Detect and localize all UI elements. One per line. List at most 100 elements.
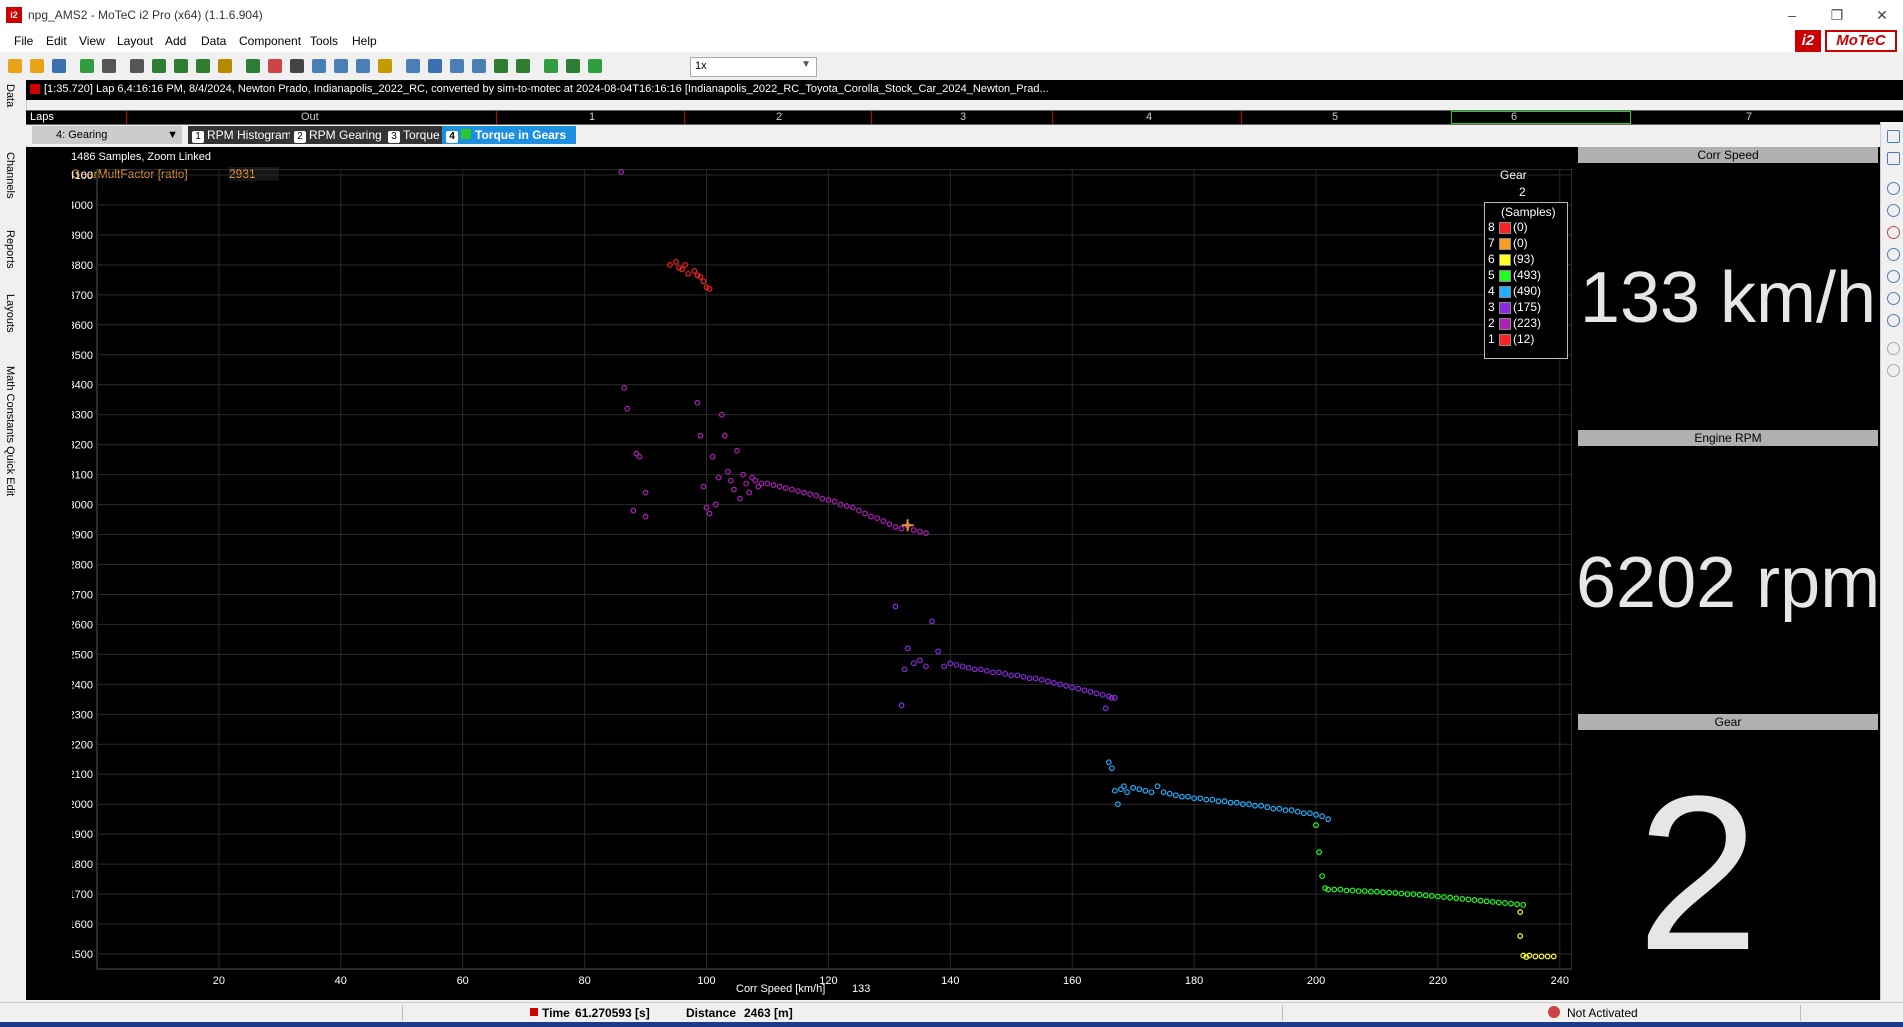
app-icon: i2: [6, 7, 22, 23]
menu-tools[interactable]: Tools: [310, 34, 338, 48]
tab-label: RPM Histogram: [207, 128, 292, 142]
layout-icon[interactable]: [1887, 152, 1900, 165]
zoom-select-icon[interactable]: [1887, 314, 1900, 327]
data-point: [892, 524, 899, 530]
toolbar-icon-21[interactable]: [472, 59, 486, 73]
data-point: [904, 645, 911, 652]
toolbar-icon-10[interactable]: [218, 59, 232, 73]
lap-4[interactable]: 4: [1146, 111, 1152, 123]
y-tick-label: 2100: [72, 769, 93, 781]
menu-add[interactable]: Add: [165, 34, 186, 48]
toolbar-icon-13[interactable]: [290, 59, 304, 73]
tab-torque-in-gears[interactable]: 4 Torque in Gears: [442, 126, 577, 144]
toolbar-icon-5[interactable]: [102, 59, 116, 73]
motec-logo: i2 MoTeC: [1795, 30, 1899, 52]
tab-reports[interactable]: Reports: [4, 230, 16, 269]
tab-data[interactable]: Data: [4, 84, 16, 107]
worksheet-selector[interactable]: 4: Gearing ▼: [32, 126, 182, 144]
menu-help[interactable]: Help: [352, 34, 377, 48]
restore-button[interactable]: ❐: [1817, 4, 1857, 26]
minimize-button[interactable]: –: [1772, 4, 1812, 26]
lap-5[interactable]: 5: [1332, 111, 1338, 123]
toolbar-icon-16[interactable]: [356, 59, 370, 73]
toolbar-icon-15[interactable]: [334, 59, 348, 73]
data-point: [855, 507, 862, 514]
data-point: [868, 513, 874, 520]
data-point: [874, 515, 881, 521]
zoom-reset-icon[interactable]: [1887, 226, 1900, 239]
toolbar-icon-26[interactable]: [588, 59, 602, 73]
toolbar-icon-11[interactable]: [246, 59, 260, 73]
toolbar-icon-24[interactable]: [544, 59, 558, 73]
settings-icon[interactable]: [1887, 364, 1900, 377]
scatter-plot[interactable]: 1500160017001800190020002100220023002400…: [72, 169, 1572, 989]
toolbar-icon-9[interactable]: [196, 59, 210, 73]
lap-1[interactable]: 1: [589, 111, 595, 123]
menu-component[interactable]: Component: [239, 34, 301, 48]
zoom-in-icon[interactable]: [1887, 182, 1900, 195]
measure-icon[interactable]: [1887, 342, 1900, 355]
zoom-select[interactable]: 1x ▼: [690, 57, 817, 77]
toolbar-icon-25[interactable]: [566, 59, 580, 73]
toolbar-icon-23[interactable]: [516, 59, 530, 73]
data-point: [770, 482, 777, 489]
title-bar: i2 npg_AMS2 - MoTeC i2 Pro (x64) (1.1.6.…: [0, 0, 1903, 30]
menu-edit[interactable]: Edit: [46, 34, 67, 48]
menu-layout[interactable]: Layout: [117, 34, 153, 48]
menu-data[interactable]: Data: [201, 34, 226, 48]
zoom-out-icon[interactable]: [1887, 204, 1900, 217]
distance-label: Distance: [686, 1006, 737, 1020]
data-point: [898, 702, 905, 709]
lap-6-highlight[interactable]: [1451, 111, 1631, 124]
data-point: [1044, 678, 1051, 685]
lap-out[interactable]: Out: [301, 111, 319, 123]
data-point: [1142, 787, 1149, 794]
toolbar-icon-22[interactable]: [494, 59, 508, 73]
menu-view[interactable]: View: [79, 34, 105, 48]
data-point: [1502, 900, 1508, 906]
toolbar-icon-2[interactable]: [30, 59, 44, 73]
zoom-fit-icon[interactable]: [1887, 292, 1900, 305]
toolbar-icon-3[interactable]: [52, 59, 66, 73]
toolbar-icon-8[interactable]: [174, 59, 188, 73]
close-button[interactable]: ✕: [1862, 4, 1902, 26]
toolbar-icon-20[interactable]: [450, 59, 464, 73]
data-point: [700, 278, 707, 285]
tab-channels[interactable]: Channels: [4, 152, 16, 198]
data-point: [1459, 895, 1466, 902]
toolbar-icon-18[interactable]: [406, 59, 420, 73]
properties-icon[interactable]: [1887, 130, 1900, 143]
tab-layouts[interactable]: Layouts: [4, 294, 16, 333]
toolbar-icon-7[interactable]: [152, 59, 166, 73]
toolbar-icon-14[interactable]: [312, 59, 326, 73]
zoom-out-y-icon[interactable]: [1887, 270, 1900, 283]
toolbar-icon-4[interactable]: [80, 59, 94, 73]
tab-torque[interactable]: 3 Torque: [384, 126, 444, 144]
tab-math-constants[interactable]: Math Constants Quick Edit: [4, 366, 16, 496]
tab-rpm-histogram[interactable]: 1 RPM Histogram: [188, 126, 296, 144]
toolbar-icon-6[interactable]: [130, 59, 144, 73]
toolbar-icon-1[interactable]: [8, 59, 22, 73]
toolbar-icon-12[interactable]: [268, 59, 282, 73]
scatter-graph[interactable]: 1486 Samples, Zoom Linked GearMultFactor…: [26, 147, 1576, 1000]
menu-file[interactable]: File: [14, 34, 33, 48]
toolbar-icon-19[interactable]: [428, 59, 442, 73]
data-point: [697, 432, 704, 439]
lap-7[interactable]: 7: [1746, 111, 1752, 123]
zoom-in-y-icon[interactable]: [1887, 248, 1900, 261]
lap-ruler[interactable]: Laps Out 1 2 3 4 5 6 7: [26, 110, 1903, 125]
lap-3[interactable]: 3: [960, 111, 966, 123]
lap-6[interactable]: 6: [1511, 111, 1517, 123]
lap-2[interactable]: 2: [776, 111, 782, 123]
y-tick-label: 2500: [72, 649, 93, 661]
y-tick-label: 1600: [72, 919, 93, 931]
y-tick-label: 2700: [72, 589, 93, 601]
data-point: [700, 483, 707, 490]
data-point: [1136, 786, 1143, 793]
toolbar-icon-17[interactable]: [378, 59, 392, 73]
display-value-corr-speed: 133 km/h: [1579, 258, 1877, 338]
data-point: [709, 453, 716, 460]
tab-rpm-gearing[interactable]: 2 RPM Gearing: [290, 126, 386, 144]
right-tool-strip: [1880, 122, 1903, 1000]
legend-gear: 1: [1488, 332, 1495, 346]
